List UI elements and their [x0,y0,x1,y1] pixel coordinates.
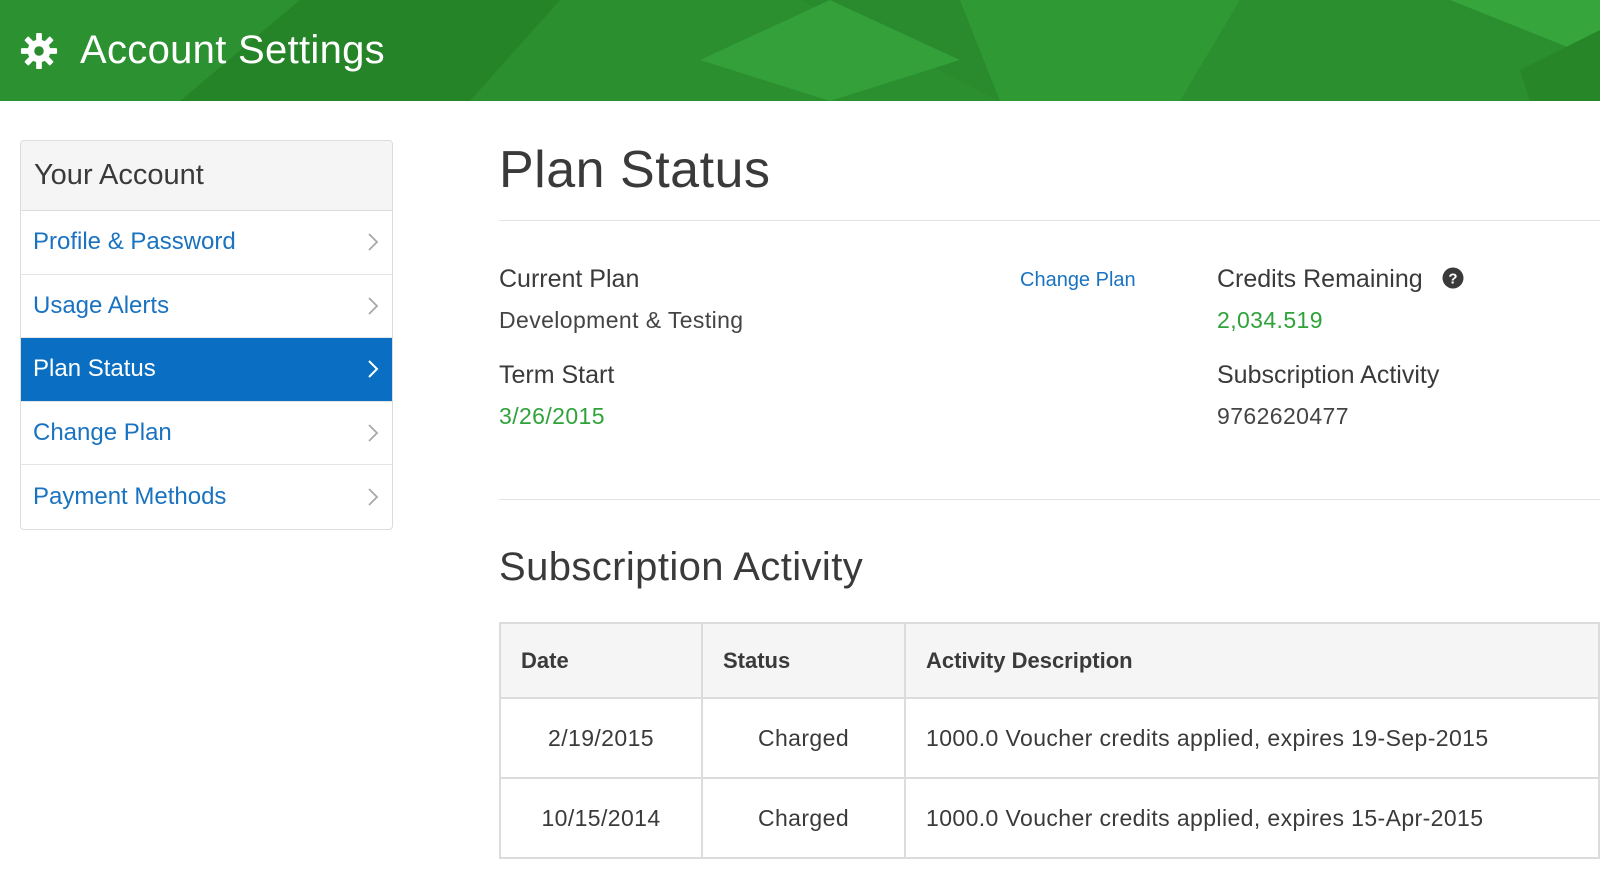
main-content: Plan Status Current Plan Development & T… [499,0,1600,893]
subscription-activity-value: 9762620477 [1217,403,1349,429]
sidebar-item-change-plan[interactable]: Change Plan [21,402,392,465]
change-plan-link[interactable]: Change Plan [1020,269,1136,292]
account-sidebar: Your Account Profile & Password Usage Al… [20,140,393,530]
page-header-title: Account Settings [80,28,385,72]
sidebar-item-payment-methods[interactable]: Payment Methods [21,465,392,529]
term-start-value: 3/26/2015 [499,403,605,429]
cell-description: 1000.0 Voucher credits applied, expires … [904,777,1600,859]
divider [499,220,1600,221]
divider [499,499,1600,500]
column-header-date: Date [499,622,703,699]
chevron-right-icon [368,360,379,378]
cell-date: 2/19/2015 [499,697,703,779]
sidebar-item-profile-password[interactable]: Profile & Password [21,211,392,275]
current-plan-value: Development & Testing [499,307,744,333]
page-title: Plan Status [499,141,771,199]
sidebar-item-label: Change Plan [33,418,172,446]
column-header-description: Activity Description [904,622,1600,699]
cell-description: 1000.0 Voucher credits applied, expires … [904,697,1600,779]
svg-text:?: ? [1448,271,1457,288]
question-circle-icon[interactable]: ? [1442,267,1464,289]
sidebar-item-label: Usage Alerts [33,291,170,319]
table-row: 10/15/2014 Charged 1000.0 Voucher credit… [499,777,1600,859]
chevron-right-icon [368,233,379,251]
current-plan-label: Current Plan [499,265,640,293]
cell-date: 10/15/2014 [499,777,703,859]
sidebar-item-usage-alerts[interactable]: Usage Alerts [21,275,392,338]
chevron-right-icon [368,297,379,315]
subscription-activity-title: Subscription Activity [499,545,864,589]
sidebar-heading: Your Account [21,141,392,211]
table-row: 2/19/2015 Charged 1000.0 Voucher credits… [499,697,1600,779]
cell-status: Charged [701,777,906,859]
credits-remaining-value: 2,034.519 [1217,307,1323,333]
sidebar-item-plan-status[interactable]: Plan Status [21,338,392,402]
gear-icon [20,32,58,69]
subscription-activity-label: Subscription Activity [1217,361,1440,389]
sidebar-item-label: Plan Status [33,355,156,383]
table-header-row: Date Status Activity Description [499,622,1600,699]
column-header-status: Status [701,622,906,699]
sidebar-item-label: Payment Methods [33,482,227,510]
credits-remaining-label: Credits Remaining [1217,265,1423,293]
chevron-right-icon [368,424,379,442]
cell-status: Charged [701,697,906,779]
term-start-label: Term Start [499,361,615,389]
chevron-right-icon [368,488,379,506]
sidebar-item-label: Profile & Password [33,228,236,256]
subscription-activity-table: Date Status Activity Description 2/19/20… [499,622,1600,859]
